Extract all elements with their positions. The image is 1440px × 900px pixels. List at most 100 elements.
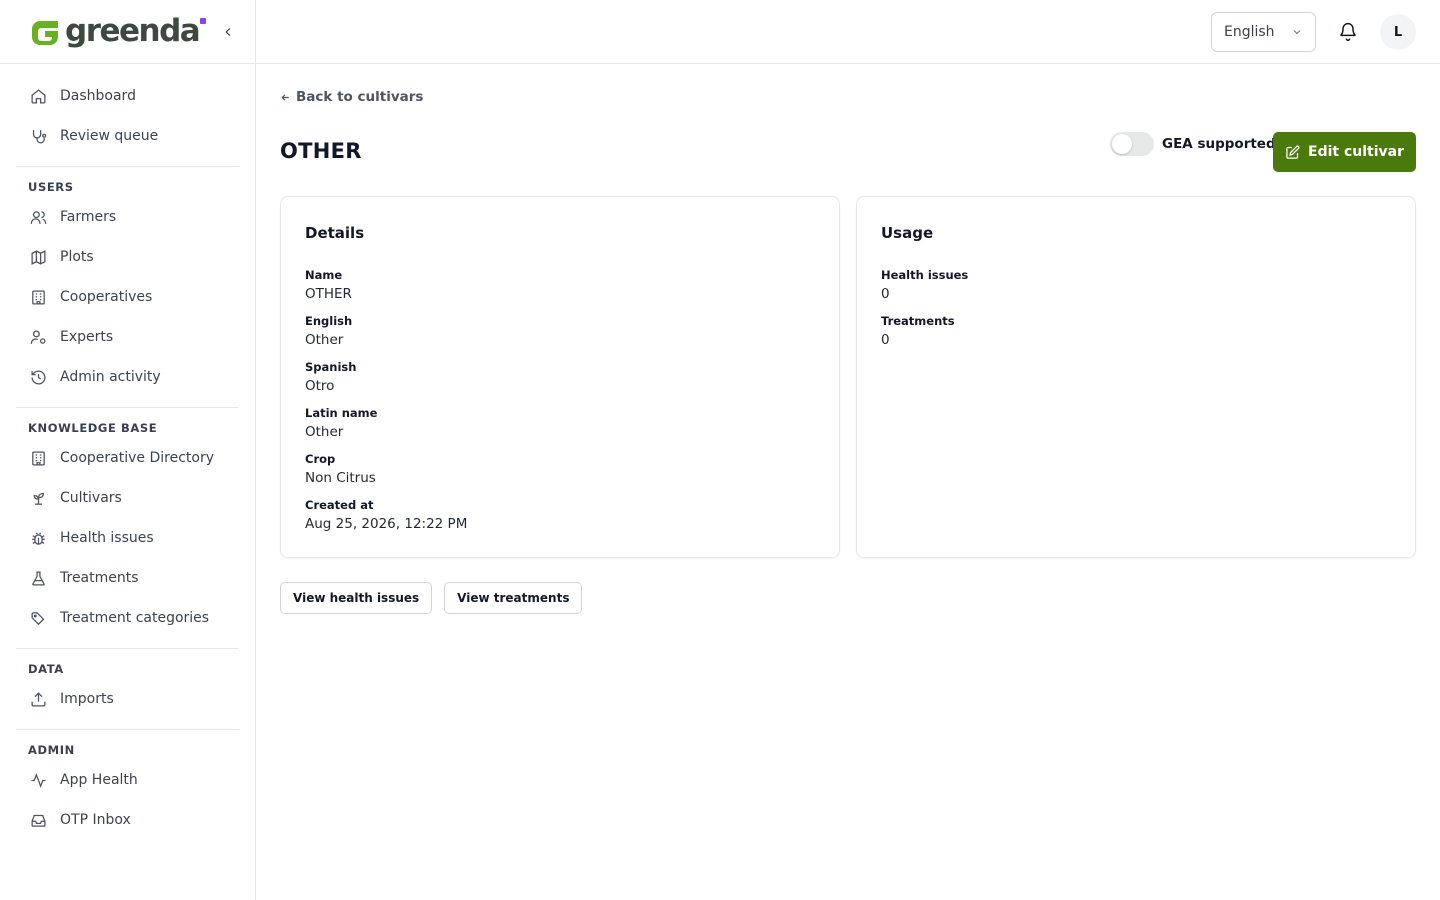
sidebar-item-label: OTP Inbox [60, 812, 131, 828]
card-actions: View health issues View treatments [280, 582, 594, 614]
map-icon [28, 247, 48, 267]
bell-icon [1340, 22, 1356, 42]
field-spanish: Spanish Otro [305, 360, 467, 406]
user-avatar[interactable]: L [1380, 14, 1416, 50]
sidebar-item-label: Experts [60, 329, 114, 345]
usage-card: Usage Health issues 0 Treatments 0 [856, 196, 1416, 558]
sidebar-divider [16, 648, 239, 649]
sidebar-item-imports[interactable]: Imports [16, 679, 239, 719]
sidebar-nav: Dashboard Review queue USERS Farmers Plo… [0, 64, 255, 840]
field-label: Treatments [881, 314, 955, 328]
back-link-label: Back to cultivars [296, 89, 424, 105]
sidebar-item-label: Imports [60, 691, 114, 707]
sidebar-item-review-queue[interactable]: Review queue [16, 116, 239, 156]
field-value: OTHER [305, 286, 352, 302]
building-icon [28, 287, 48, 307]
sidebar-section-knowledge-base: KNOWLEDGE BASE [28, 421, 158, 435]
sidebar-item-label: App Health [60, 772, 138, 788]
sidebar-item-otp-inbox[interactable]: OTP Inbox [16, 800, 239, 840]
field-english: English Other [305, 314, 467, 360]
sidebar-section-data: DATA [28, 662, 64, 676]
history-icon [28, 367, 48, 387]
logo-g-icon [32, 20, 58, 45]
edit-cultivar-button[interactable]: Edit cultivar [1273, 132, 1416, 172]
sprout-icon [28, 488, 48, 508]
sidebar-item-label: Admin activity [60, 369, 161, 385]
chevron-left-icon [225, 28, 231, 36]
notifications-button[interactable] [1338, 21, 1358, 43]
sidebar-item-label: Health issues [60, 530, 154, 546]
sidebar-item-treatments[interactable]: Treatments [16, 558, 239, 598]
field-value: 0 [881, 332, 890, 348]
sidebar-item-dashboard[interactable]: Dashboard [16, 76, 239, 116]
chevron-down-icon [1293, 30, 1301, 35]
field-value: 0 [881, 286, 890, 302]
sidebar: greenda Dashboard Review queue USERS Far… [0, 0, 256, 900]
sidebar-item-label: Treatments [60, 570, 139, 586]
field-label: Created at [305, 498, 374, 512]
gea-supported-toggle[interactable] [1110, 132, 1154, 156]
collapse-sidebar-button[interactable] [218, 22, 238, 42]
sidebar-item-treatment-categories[interactable]: Treatment categories [16, 598, 239, 638]
upload-icon [28, 689, 48, 709]
brand-name: greenda [65, 13, 201, 49]
field-crop: Crop Non Citrus [305, 452, 467, 498]
sidebar-item-label: Treatment categories [60, 610, 210, 626]
field-value: Otro [305, 378, 335, 394]
sidebar-header: greenda [0, 0, 255, 64]
field-latin-name: Latin name Other [305, 406, 467, 452]
details-fields: Name OTHER English Other Spanish Otro La… [305, 268, 467, 544]
edit-cultivar-label: Edit cultivar [1308, 144, 1404, 160]
details-card: Details Name OTHER English Other Spanish… [280, 196, 840, 558]
avatar-initial: L [1393, 24, 1403, 40]
edit-icon [1286, 145, 1300, 159]
view-health-issues-button[interactable]: View health issues [280, 582, 433, 614]
arrow-left-icon [281, 93, 289, 101]
field-name: Name OTHER [305, 268, 467, 314]
sidebar-divider [16, 729, 239, 730]
field-health-issues-count: Health issues 0 [881, 268, 968, 314]
field-value: Other [305, 424, 344, 440]
sidebar-item-health-issues[interactable]: Health issues [16, 518, 239, 558]
sidebar-item-experts[interactable]: Experts [16, 317, 239, 357]
sidebar-item-plots[interactable]: Plots [16, 237, 239, 277]
sidebar-item-label: Plots [60, 249, 94, 265]
sidebar-item-label: Cooperative Directory [60, 450, 214, 466]
sidebar-item-app-health[interactable]: App Health [16, 760, 239, 800]
field-label: Name [305, 268, 343, 282]
language-select[interactable]: English [1211, 12, 1316, 52]
gea-supported-label: GEA supported [1162, 136, 1276, 152]
sidebar-item-cultivars[interactable]: Cultivars [16, 478, 239, 518]
sidebar-section-users: USERS [28, 180, 74, 194]
stethoscope-icon [28, 126, 48, 146]
sidebar-item-farmers[interactable]: Farmers [16, 197, 239, 237]
user-cog-icon [28, 327, 48, 347]
usage-fields: Health issues 0 Treatments 0 [881, 268, 968, 360]
sidebar-item-label: Farmers [60, 209, 117, 225]
back-to-cultivars-link[interactable]: Back to cultivars [280, 89, 423, 105]
field-label: English [305, 314, 353, 328]
field-label: Spanish [305, 360, 357, 374]
tags-icon [28, 608, 48, 628]
details-card-title: Details [305, 224, 365, 242]
sidebar-item-label: Cultivars [60, 490, 122, 506]
field-value: Non Citrus [305, 470, 376, 486]
topbar: English L [256, 0, 1440, 64]
field-treatments-count: Treatments 0 [881, 314, 968, 360]
sidebar-item-admin-activity[interactable]: Admin activity [16, 357, 239, 397]
home-icon [28, 86, 48, 106]
brand-dot [200, 17, 207, 24]
sidebar-item-cooperative-directory[interactable]: Cooperative Directory [16, 438, 239, 478]
language-select-value: English [1224, 24, 1275, 40]
brand-logo[interactable]: greenda [28, 13, 207, 49]
page-title: OTHER [280, 139, 362, 163]
bug-icon [28, 528, 48, 548]
flask-icon [28, 568, 48, 588]
field-value: Aug 25, 2026, 12:22 PM [305, 516, 468, 532]
field-label: Health issues [881, 268, 969, 282]
toggle-knob [1112, 134, 1132, 154]
sidebar-divider [16, 407, 239, 408]
sidebar-section-admin: ADMIN [28, 743, 75, 757]
sidebar-item-cooperatives[interactable]: Cooperatives [16, 277, 239, 317]
view-treatments-button[interactable]: View treatments [444, 582, 583, 614]
